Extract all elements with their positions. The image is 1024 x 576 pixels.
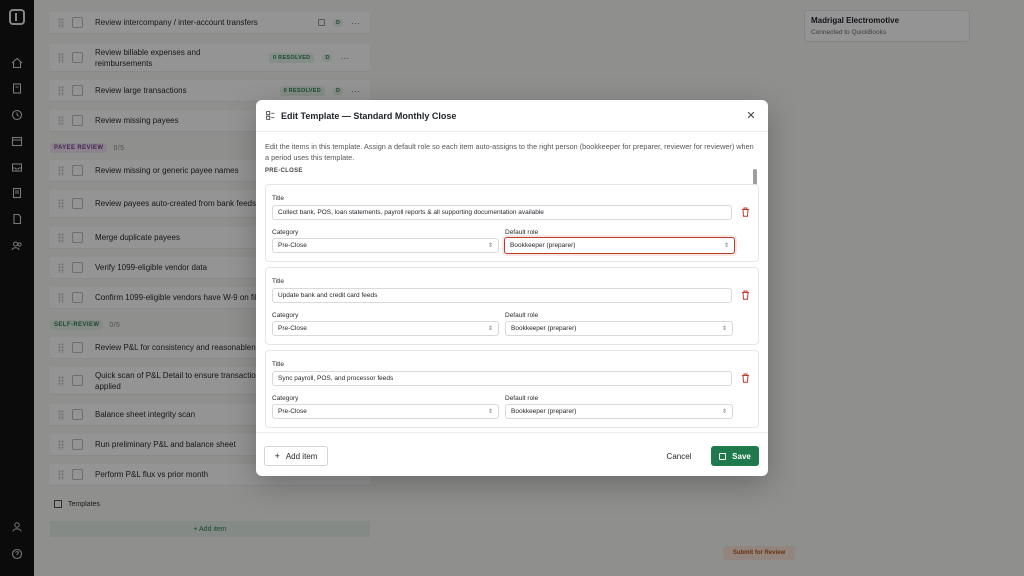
default-role-select[interactable]: Bookkeeper (preparer) ⇕	[505, 321, 733, 336]
role-value: Bookkeeper (preparer)	[511, 408, 577, 415]
title-label: Title	[272, 278, 285, 285]
dialog-description: Edit the items in this template. Assign …	[265, 142, 754, 162]
title-input[interactable]: Update bank and credit card feeds	[272, 288, 732, 303]
cancel-button[interactable]: Cancel	[661, 446, 697, 466]
save-label: Save	[732, 451, 751, 461]
group-label: PRE-CLOSE	[265, 168, 303, 174]
trash-icon[interactable]	[741, 290, 750, 300]
title-input[interactable]: Collect bank, POS, loan statements, payr…	[272, 205, 732, 220]
title-input[interactable]: Sync payroll, POS, and processor feeds	[272, 371, 732, 386]
category-label: Category	[272, 395, 299, 402]
role-label: Default role	[505, 312, 539, 319]
category-label: Category	[272, 229, 299, 236]
role-value: Bookkeeper (preparer)	[510, 242, 576, 249]
template-item-card: Title Collect bank, POS, loan statements…	[265, 184, 759, 262]
chevron-updown-icon: ⇕	[487, 409, 493, 415]
dialog-title: Edit Template — Standard Monthly Close	[281, 110, 457, 121]
category-select[interactable]: Pre-Close ⇕	[272, 238, 499, 253]
trash-icon[interactable]	[741, 373, 750, 383]
chevron-updown-icon: ⇕	[721, 409, 727, 415]
template-item-card: Title Update bank and credit card feeds …	[265, 267, 759, 345]
role-label: Default role	[505, 395, 539, 402]
template-item-card: Title Sync payroll, POS, and processor f…	[265, 350, 759, 428]
add-item-label: Add item	[285, 451, 318, 461]
default-role-select[interactable]: Bookkeeper (preparer) ⇕	[505, 404, 733, 419]
category-value: Pre-Close	[278, 242, 307, 249]
chevron-updown-icon: ⇕	[487, 243, 493, 249]
trash-icon[interactable]	[741, 207, 750, 217]
title-label: Title	[272, 195, 285, 202]
add-item-button[interactable]: + Add item	[264, 446, 328, 466]
default-role-select[interactable]: Bookkeeper (preparer) ⇕	[504, 237, 735, 254]
chevron-updown-icon: ⇕	[721, 326, 727, 332]
title-label: Title	[272, 361, 285, 368]
category-select[interactable]: Pre-Close ⇕	[272, 404, 499, 419]
role-label: Default role	[505, 229, 539, 236]
category-select[interactable]: Pre-Close ⇕	[272, 321, 499, 336]
save-icon	[719, 452, 727, 460]
plus-icon: +	[274, 451, 280, 461]
chevron-updown-icon: ⇕	[487, 326, 493, 332]
category-value: Pre-Close	[278, 408, 307, 415]
category-value: Pre-Close	[278, 325, 307, 332]
category-label: Category	[272, 312, 299, 319]
close-icon[interactable]: ✕	[744, 109, 758, 122]
save-button[interactable]: Save	[711, 446, 759, 466]
template-icon	[266, 111, 275, 120]
role-value: Bookkeeper (preparer)	[511, 325, 577, 332]
dialog-footer: + Add item Cancel Save	[256, 432, 768, 476]
dialog-header: Edit Template — Standard Monthly Close ✕	[256, 100, 768, 132]
chevron-updown-icon: ⇕	[723, 243, 729, 249]
